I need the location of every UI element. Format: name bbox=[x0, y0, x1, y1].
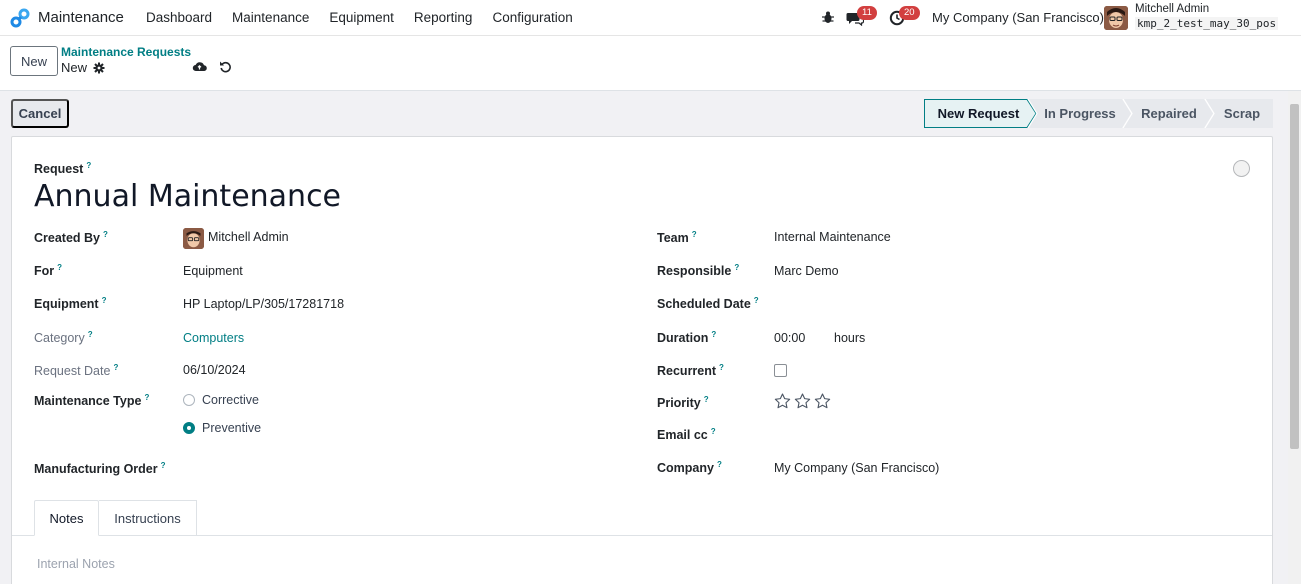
discard-undo-icon[interactable] bbox=[219, 60, 232, 73]
page-scrollbar-thumb[interactable] bbox=[1290, 104, 1299, 449]
for-label: For? bbox=[34, 263, 63, 279]
request-title[interactable]: Annual Maintenance bbox=[34, 179, 341, 214]
for-value[interactable]: Equipment bbox=[183, 264, 243, 278]
cancel-button[interactable]: Cancel bbox=[11, 99, 69, 128]
created-by-avatar bbox=[183, 228, 204, 249]
tab-notes[interactable]: Notes bbox=[34, 500, 99, 536]
save-cloud-icon[interactable] bbox=[192, 60, 207, 73]
equipment-value[interactable]: HP Laptop/LP/305/17281718 bbox=[183, 297, 344, 311]
responsible-label: Responsible? bbox=[657, 263, 740, 279]
gear-icon[interactable] bbox=[93, 62, 105, 74]
priority-star-icon-2[interactable] bbox=[794, 393, 811, 409]
duration-input[interactable]: 00:00 bbox=[774, 331, 805, 345]
radio-corrective-label[interactable]: Corrective bbox=[202, 393, 259, 407]
stage-scrap[interactable]: Scrap bbox=[1212, 99, 1272, 128]
email-cc-input[interactable] bbox=[774, 427, 1244, 443]
top-navbar: Maintenance Dashboard Maintenance Equipm… bbox=[0, 0, 1301, 36]
stage-repaired[interactable]: Repaired bbox=[1129, 99, 1209, 128]
created-by-value[interactable]: Mitchell Admin bbox=[208, 230, 289, 244]
avatar-face-icon bbox=[183, 228, 204, 249]
company-switcher[interactable]: My Company (San Francisco) bbox=[932, 10, 1104, 25]
team-label: Team? bbox=[657, 230, 697, 246]
app-name[interactable]: Maintenance bbox=[38, 9, 124, 26]
user-name[interactable]: Mitchell Admin bbox=[1135, 3, 1209, 15]
radio-preventive-label[interactable]: Preventive bbox=[202, 421, 261, 435]
internal-notes-editor[interactable]: Internal Notes bbox=[37, 557, 115, 571]
priority-star-icon-1[interactable] bbox=[774, 393, 791, 409]
maintenance-app-icon[interactable] bbox=[10, 8, 30, 28]
menu-maintenance[interactable]: Maintenance bbox=[232, 10, 309, 25]
company-label: Company? bbox=[657, 460, 722, 476]
breadcrumb-parent[interactable]: Maintenance Requests bbox=[61, 45, 191, 59]
stage-new-request[interactable]: New Request bbox=[924, 99, 1033, 128]
messages-count-badge: 11 bbox=[857, 6, 877, 20]
form-sheet: Request? Annual Maintenance Created By? … bbox=[11, 136, 1273, 584]
recurrent-checkbox[interactable] bbox=[774, 364, 787, 377]
database-name: kmp_2_test_may_30_pos bbox=[1135, 17, 1279, 30]
menu-configuration[interactable]: Configuration bbox=[492, 10, 572, 25]
request-date-value[interactable]: 06/10/2024 bbox=[183, 363, 246, 377]
priority-stars bbox=[774, 393, 831, 409]
menu-dashboard[interactable]: Dashboard bbox=[146, 10, 212, 25]
activities-count-badge: 20 bbox=[899, 6, 920, 20]
email-cc-label: Email cc? bbox=[657, 427, 716, 443]
tabs-divider bbox=[12, 535, 1272, 536]
radio-corrective[interactable] bbox=[183, 394, 195, 406]
duration-label: Duration? bbox=[657, 330, 717, 346]
company-value[interactable]: My Company (San Francisco) bbox=[774, 461, 939, 475]
duration-unit: hours bbox=[834, 331, 866, 345]
recurrent-label: Recurrent? bbox=[657, 363, 724, 379]
category-value-link[interactable]: Computers bbox=[183, 331, 244, 345]
new-record-button[interactable]: New bbox=[10, 46, 58, 76]
scheduled-date-label: Scheduled Date? bbox=[657, 296, 759, 312]
kanban-state-toggle[interactable] bbox=[1233, 160, 1250, 177]
user-avatar[interactable] bbox=[1104, 6, 1128, 30]
menu-equipment[interactable]: Equipment bbox=[329, 10, 394, 25]
request-label: Request? bbox=[34, 161, 92, 177]
equipment-label: Equipment? bbox=[34, 296, 107, 312]
breadcrumb-current: New bbox=[61, 60, 88, 75]
main-menu: Dashboard Maintenance Equipment Reportin… bbox=[146, 10, 593, 25]
avatar-face-icon bbox=[1104, 6, 1128, 30]
priority-label: Priority? bbox=[657, 395, 709, 411]
debug-bug-icon[interactable] bbox=[820, 9, 836, 25]
manufacturing-order-label: Manufacturing Order? bbox=[34, 461, 166, 477]
request-date-label: Request Date? bbox=[34, 363, 119, 379]
created-by-label: Created By? bbox=[34, 230, 108, 246]
responsible-value[interactable]: Marc Demo bbox=[774, 264, 839, 278]
tab-instructions[interactable]: Instructions bbox=[99, 500, 197, 536]
maintenance-type-label: Maintenance Type? bbox=[34, 393, 150, 409]
stage-in-progress[interactable]: In Progress bbox=[1035, 99, 1125, 128]
menu-reporting[interactable]: Reporting bbox=[414, 10, 473, 25]
priority-star-icon-3[interactable] bbox=[814, 393, 831, 409]
control-panel: New Maintenance Requests New bbox=[0, 36, 1301, 91]
category-label: Category? bbox=[34, 330, 93, 346]
radio-preventive[interactable] bbox=[183, 422, 195, 434]
scheduled-date-input[interactable] bbox=[774, 296, 1244, 312]
team-value[interactable]: Internal Maintenance bbox=[774, 230, 891, 244]
